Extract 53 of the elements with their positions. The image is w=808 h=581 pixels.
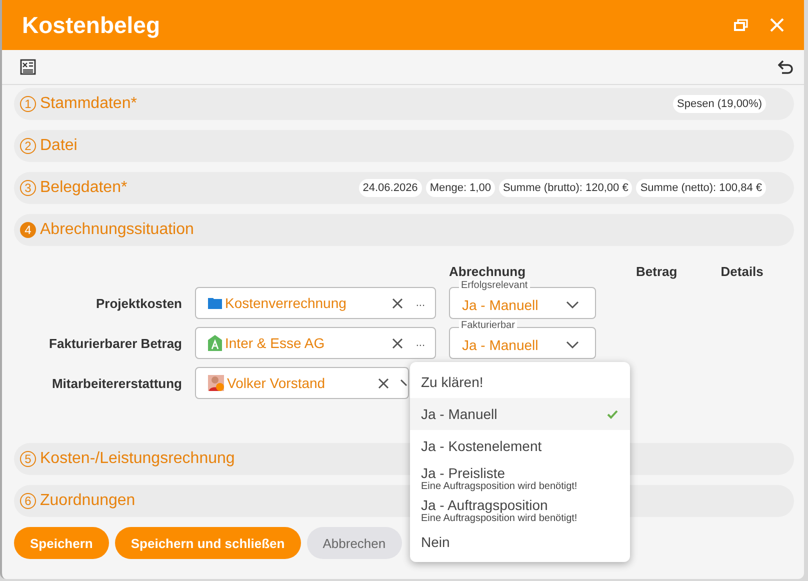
select-value: Ja - Manuell [462, 337, 540, 353]
summary-chip: Summe (brutto): 120,00 € [498, 179, 632, 197]
field-value: Inter & Esse AG [225, 335, 326, 351]
step-number: 1 [20, 96, 36, 112]
step-number: 3 [20, 180, 36, 196]
step-number: 6 [20, 493, 36, 509]
summary-chip: 24.06.2026 [358, 179, 422, 197]
menu-option[interactable]: Ja - Manuell [410, 398, 630, 430]
option-label: Nein [421, 534, 450, 550]
field-label: Fakturierbarer Betrag [48, 336, 182, 350]
field-label: Mitarbeitererstattung [50, 376, 182, 390]
section-title: Belegdaten* [40, 179, 128, 197]
option-label: Zu klären! [421, 374, 484, 390]
section-title: Abrechnungssituation [40, 221, 194, 239]
section-title: Datei [40, 137, 78, 155]
section-title: Stammdaten* [40, 95, 137, 113]
summary-chip: Menge: 1,00 [426, 179, 495, 197]
field-value: Kostenverrechnung [225, 295, 348, 311]
section-title: Kosten-/Leistungsrechnung [40, 450, 235, 468]
section-header[interactable]: 1 Stammdaten* Spesen (19,00%) [14, 88, 794, 120]
clear-icon[interactable] [392, 338, 403, 348]
section-header[interactable]: 3 Belegdaten* 24.06.2026 Menge: 1,00 Summe (brutto): 120,00 € Summe (netto): 100,84 € [14, 172, 794, 204]
window-title: Kostenbeleg [22, 12, 162, 38]
lookup-field[interactable]: Kostenverrechnung ... [195, 287, 436, 319]
cancel-button[interactable]: Abbrechen [306, 527, 402, 559]
folder-icon [208, 297, 222, 309]
field-value: Volker Vorstand [227, 375, 326, 391]
more-button[interactable]: ... [416, 297, 425, 309]
menu-option[interactable]: Zu klären! [410, 366, 630, 398]
summary-chip: Spesen (19,00%) [673, 95, 766, 113]
step-number: 4 [20, 222, 36, 238]
column-header: Betrag [636, 264, 678, 279]
clear-icon[interactable] [392, 298, 403, 308]
check-icon [607, 410, 618, 418]
menu-option[interactable]: Nein [410, 526, 630, 558]
avatar-icon [208, 375, 224, 391]
step-number: 5 [20, 451, 36, 467]
summary-chip: Summe (netto): 100,84 € [636, 179, 766, 197]
field-label: Projektkosten [95, 296, 182, 310]
lookup-field[interactable]: Inter & Esse AG ... [195, 327, 436, 359]
field-label: Erfolgsrelevant [459, 280, 530, 292]
clear-icon[interactable] [378, 378, 389, 388]
option-label: Ja - Auftragsposition [421, 496, 549, 512]
column-header: Abrechnung [449, 264, 527, 279]
option-label: Ja - Manuell [421, 406, 498, 422]
column-header: Details [720, 264, 764, 279]
undo-icon[interactable] [778, 60, 794, 74]
step-number: 2 [20, 138, 36, 154]
spreadsheet-icon[interactable] [20, 59, 36, 75]
section-title: Zuordnungen [40, 492, 136, 510]
company-icon [208, 335, 222, 351]
select-value: Ja - Manuell [462, 297, 540, 313]
more-button[interactable]: ... [416, 337, 425, 349]
